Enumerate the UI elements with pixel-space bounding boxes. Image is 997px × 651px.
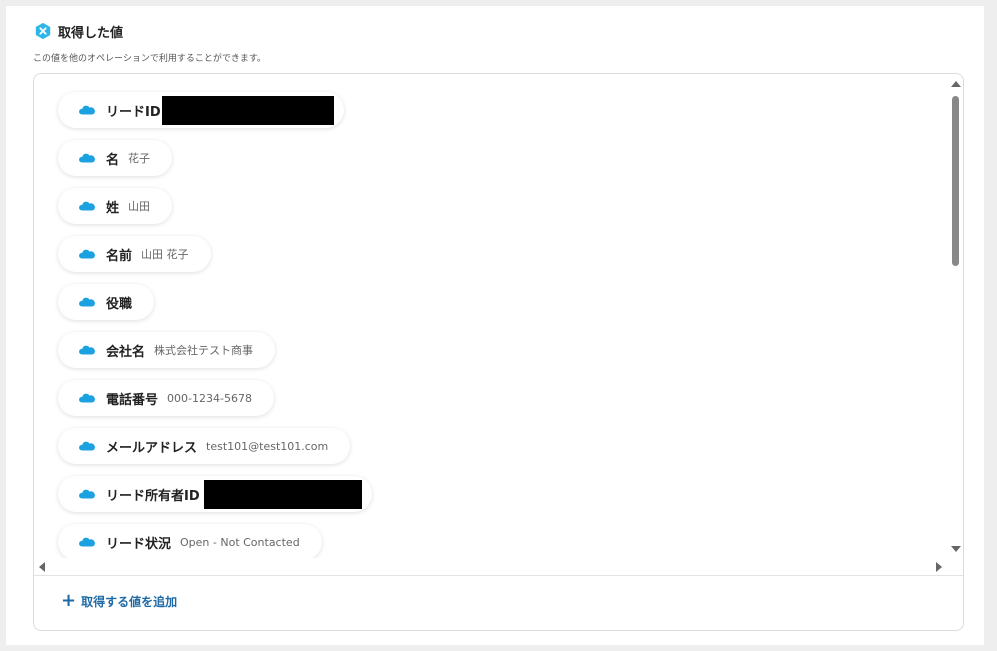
- field-label: リードID: [106, 104, 161, 120]
- salesforce-cloud-icon: [79, 105, 95, 115]
- field-value: test101@test101.com: [206, 439, 329, 453]
- panel-header: 取得した値: [34, 20, 123, 42]
- scroll-left-icon[interactable]: [39, 562, 45, 572]
- field-pill[interactable]: 役職: [58, 284, 155, 320]
- field-label: 電話番号: [106, 392, 159, 408]
- field-value: 山田: [128, 200, 151, 213]
- field-value: 000-1234-5678: [167, 391, 252, 405]
- field-value: Open - Not Contacted: [180, 535, 300, 549]
- plus-icon: +: [61, 590, 77, 611]
- field-label: リード状況: [106, 536, 172, 552]
- field-value: 花子: [128, 152, 151, 165]
- field-pill[interactable]: 電話番号 000-1234-5678: [58, 380, 274, 416]
- salesforce-cloud-icon: [79, 153, 95, 163]
- field-pill[interactable]: 会社名 株式会社テスト商事: [58, 332, 276, 368]
- x-badge-icon: [35, 22, 51, 40]
- field-pill[interactable]: リードID: [58, 92, 344, 128]
- field-pill[interactable]: リード所有者ID: [58, 476, 372, 512]
- scroll-down-icon[interactable]: [951, 546, 961, 552]
- field-label: 名前: [106, 248, 133, 264]
- field-label: 役職: [106, 296, 133, 312]
- field-label: 名: [106, 152, 120, 168]
- field-label: リード所有者ID: [106, 488, 200, 504]
- field-pill[interactable]: メールアドレス test101@test101.com: [58, 428, 351, 464]
- vertical-scrollbar[interactable]: [948, 74, 963, 558]
- salesforce-cloud-icon: [79, 441, 95, 451]
- values-box: リードID 名花子姓山田 名前 山田 花子 役職 会社名 株式会社テスト商事 電話番号 000-…: [33, 73, 964, 631]
- field-label: メールアドレス: [106, 440, 198, 456]
- field-label: 会社名: [106, 344, 146, 360]
- values-list: リードID 名花子姓山田 名前 山田 花子 役職 会社名 株式会社テスト商事 電話番号 000-…: [34, 74, 951, 558]
- scroll-up-icon[interactable]: [951, 81, 961, 87]
- salesforce-cloud-icon: [79, 345, 95, 355]
- salesforce-cloud-icon: [79, 537, 95, 547]
- horizontal-scrollbar[interactable]: [34, 558, 951, 574]
- redacted-value: [203, 479, 362, 509]
- salesforce-cloud-icon: [79, 249, 95, 259]
- panel-title: 取得した値: [58, 25, 124, 41]
- redacted-value: [161, 95, 334, 125]
- salesforce-cloud-icon: [79, 297, 95, 307]
- salesforce-cloud-icon: [79, 489, 95, 499]
- field-label: 姓: [106, 200, 120, 216]
- panel-subtitle: この値を他のオペレーションで利用することができます。: [33, 54, 266, 64]
- add-value-button[interactable]: + 取得する値を追加: [61, 592, 177, 610]
- scroll-right-icon[interactable]: [936, 562, 942, 572]
- field-value: 株式会社テスト商事: [154, 344, 254, 357]
- scrollbar-thumb[interactable]: [952, 96, 959, 266]
- salesforce-cloud-icon: [79, 201, 95, 211]
- retrieved-values-panel: 取得した値 この値を他のオペレーションで利用することができます。 リードID 名花…: [6, 6, 984, 645]
- salesforce-cloud-icon: [79, 393, 95, 403]
- divider: [34, 575, 963, 576]
- field-value: 山田 花子: [141, 248, 189, 261]
- field-pill[interactable]: 名前 山田 花子: [58, 236, 211, 272]
- field-pill[interactable]: 姓山田: [58, 188, 173, 224]
- field-pill[interactable]: リード状況 Open - Not Contacted: [58, 524, 322, 558]
- field-pill[interactable]: 名花子: [58, 140, 173, 176]
- add-value-label: 取得する値を追加: [81, 594, 178, 609]
